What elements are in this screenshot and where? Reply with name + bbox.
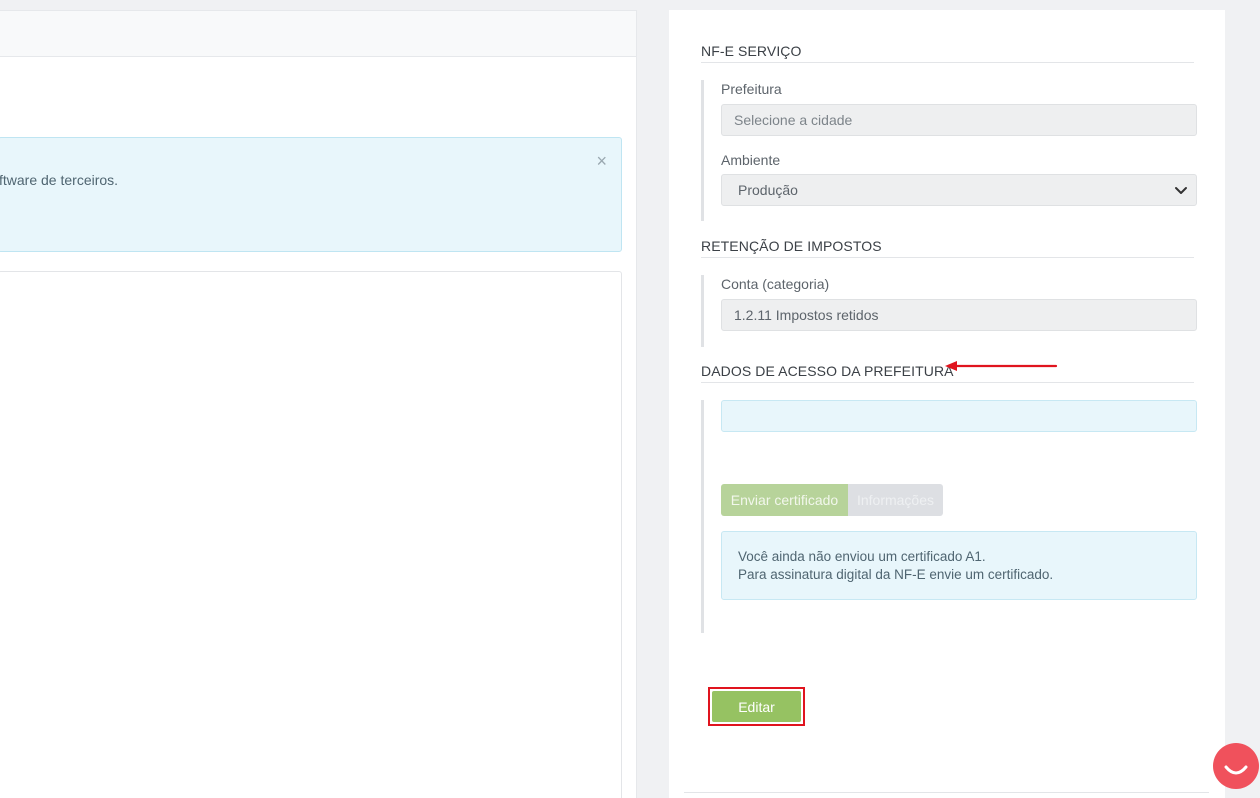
info-alert-text: ftware de terceiros. <box>0 172 119 188</box>
left-panel-header <box>0 11 636 57</box>
section-title-nfe: NF-E SERVIÇO <box>701 43 1194 63</box>
certificate-alert: Você ainda não enviou um certificado A1.… <box>721 531 1197 600</box>
section-acesso: Enviar certificado Informações Você aind… <box>701 400 1197 633</box>
access-info-box <box>721 400 1197 432</box>
settings-panel: NF-E SERVIÇO Prefeitura Selecione a cida… <box>669 10 1225 798</box>
edit-button-highlight: Editar <box>708 687 805 726</box>
left-content-box <box>0 271 622 798</box>
chevron-down-icon <box>1175 187 1187 194</box>
section-retencao: Conta (categoria) 1.2.11 Impostos retido… <box>701 275 1197 347</box>
divider <box>684 792 1209 793</box>
information-button[interactable]: Informações <box>848 484 943 516</box>
close-icon[interactable]: × <box>596 152 607 170</box>
annotation-arrow-icon <box>945 361 1058 371</box>
certificate-button-group: Enviar certificado Informações <box>721 484 943 516</box>
send-certificate-button[interactable]: Enviar certificado <box>721 484 848 516</box>
edit-button[interactable]: Editar <box>712 691 801 722</box>
certificate-alert-line2: Para assinatura digital da NF-E envie um… <box>738 567 1054 582</box>
section-nfe: Prefeitura Selecione a cidade Ambiente P… <box>701 80 1197 221</box>
chat-widget-button[interactable] <box>1213 743 1259 789</box>
section-title-retencao: RETENÇÃO DE IMPOSTOS <box>701 238 1194 258</box>
certificate-alert-line1: Você ainda não enviou um certificado A1. <box>738 549 986 564</box>
ambiente-value: Produção <box>738 182 798 198</box>
info-alert: ftware de terceiros. × <box>0 137 622 252</box>
prefeitura-label: Prefeitura <box>721 81 782 97</box>
ambiente-select[interactable]: Produção <box>721 174 1197 206</box>
prefeitura-input[interactable]: Selecione a cidade <box>721 104 1197 136</box>
conta-label: Conta (categoria) <box>721 276 830 292</box>
conta-input[interactable]: 1.2.11 Impostos retidos <box>721 299 1197 331</box>
ambiente-label: Ambiente <box>721 152 781 168</box>
chat-smile-icon <box>1224 765 1248 775</box>
